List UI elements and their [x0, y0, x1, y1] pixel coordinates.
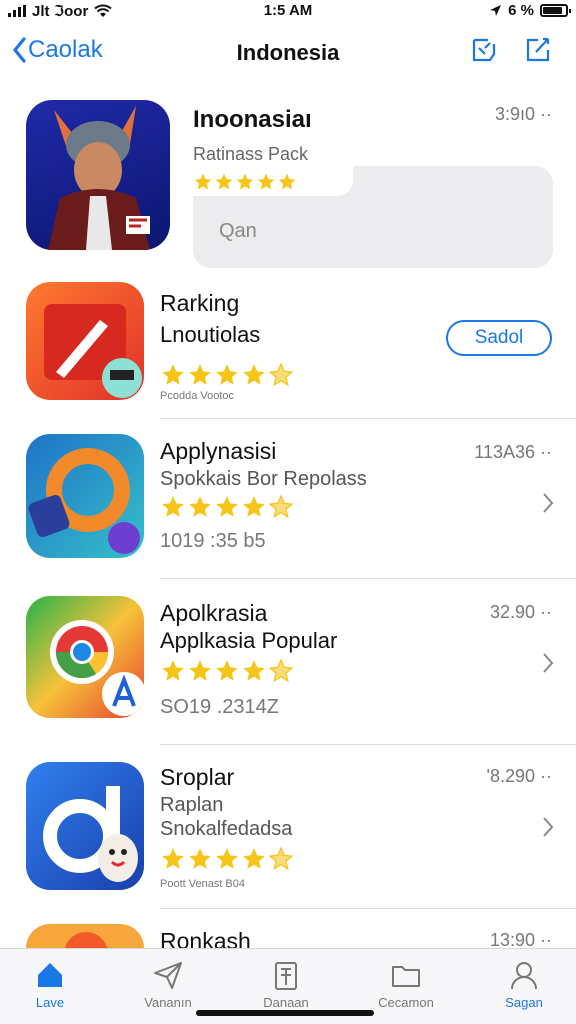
star-icon	[243, 496, 265, 517]
document-icon	[275, 962, 297, 990]
star-icon	[268, 846, 294, 871]
star-icon	[216, 364, 238, 385]
star-icon	[268, 658, 294, 683]
folder-icon	[392, 966, 420, 987]
app-price: 113A36 ··	[474, 442, 552, 462]
battery-percent: 6 %	[508, 2, 534, 19]
star-icon	[162, 848, 184, 869]
chevron-right-icon	[543, 493, 554, 513]
star-icon	[189, 364, 211, 385]
featured-rating	[193, 172, 297, 192]
app-rating	[160, 846, 294, 872]
app-price: 32.90 ··	[489, 602, 552, 622]
navigation-bar: Caolak Indonesia	[0, 28, 576, 78]
app-price: '8.290 ··	[486, 766, 552, 786]
divider	[160, 908, 576, 909]
star-icon	[243, 364, 265, 385]
featured-subtitle: Ratinass Pack	[193, 144, 309, 164]
app-title: Applynasisi	[160, 438, 277, 464]
app-meta: SO19 .2314Z	[160, 696, 279, 718]
app-title: Rarking	[160, 290, 240, 316]
tab-sagan[interactable]: Sagan	[474, 959, 574, 1010]
person-icon	[511, 962, 537, 990]
home-indicator	[196, 1010, 374, 1016]
location-arrow-icon	[490, 5, 502, 16]
star-icon	[215, 173, 233, 190]
star-icon	[243, 848, 265, 869]
star-icon	[194, 173, 212, 190]
star-icon	[216, 660, 238, 681]
app-rating	[160, 494, 294, 520]
star-icon	[162, 364, 184, 385]
star-icon	[236, 173, 254, 190]
app-title: Apolkrasia	[160, 600, 268, 626]
home-icon	[38, 963, 62, 987]
app-icon-ranking	[26, 282, 144, 400]
battery-icon	[540, 4, 571, 17]
star-icon	[189, 848, 211, 869]
star-icon	[278, 173, 296, 190]
app-meta: 1019 :35 b5	[160, 530, 266, 552]
app-icon-apolkrasia	[26, 596, 144, 718]
chevron-right-icon	[543, 653, 554, 673]
star-icon	[216, 848, 238, 869]
divider	[160, 578, 576, 579]
app-subtitle-secondary: Snokalfedadsa	[160, 818, 293, 840]
app-rating	[160, 362, 294, 388]
tab-danaan[interactable]: Danaan	[236, 959, 336, 1010]
star-icon	[257, 173, 275, 190]
star-icon	[268, 362, 294, 387]
get-button[interactable]: Sadol	[446, 320, 552, 356]
featured-artwork	[26, 100, 170, 250]
divider	[160, 744, 576, 745]
app-subtitle: Spokkais Bor Repolass	[160, 468, 367, 490]
app-meta: Pcodda Vootoc	[160, 390, 235, 402]
tab-vananin[interactable]: Vananın	[118, 959, 218, 1010]
star-icon	[162, 496, 184, 517]
chevron-right-icon	[543, 817, 554, 837]
search-placeholder: Qan	[219, 220, 257, 242]
app-title: Sroplar	[160, 764, 235, 790]
star-icon	[189, 496, 211, 517]
star-icon	[268, 494, 294, 519]
app-rating	[160, 658, 294, 684]
app-icon-sroplar	[26, 762, 144, 890]
list-edit-icon[interactable]	[470, 36, 498, 64]
star-icon	[189, 660, 211, 681]
featured-time: 3:9ı0 ··	[494, 104, 552, 124]
featured-title: Inoonasiaı	[193, 106, 312, 133]
star-icon	[243, 660, 265, 681]
app-subtitle: Raplan	[160, 794, 224, 816]
compose-icon[interactable]	[524, 36, 552, 64]
tab-cecamon[interactable]: Cecamon	[356, 959, 456, 1010]
app-meta: Poott Venast B04	[160, 878, 246, 890]
app-subtitle: Applkasia Popular	[160, 628, 338, 653]
tab-lave[interactable]: Lave	[0, 959, 100, 1010]
app-subtitle: Lnoutiolas	[160, 322, 261, 347]
star-icon	[162, 660, 184, 681]
status-bar: Jlt ℑoor 1:5 AM 6 %	[0, 0, 576, 24]
app-icon-applynasisi	[26, 434, 144, 558]
star-icon	[216, 496, 238, 517]
paper-plane-icon	[154, 962, 182, 989]
divider	[160, 418, 576, 419]
